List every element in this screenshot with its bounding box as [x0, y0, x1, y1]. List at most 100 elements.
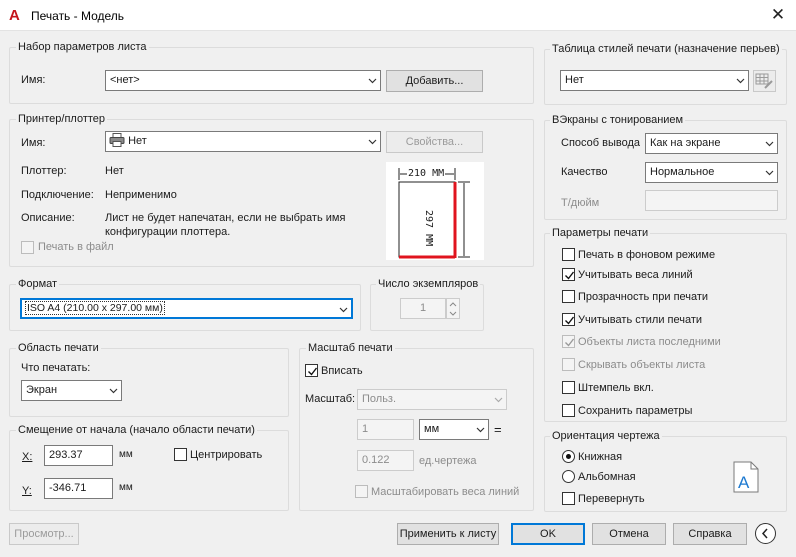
- collapse-options-button[interactable]: [755, 523, 776, 544]
- chevron-down-icon: [765, 170, 774, 176]
- offset-y-unit: мм: [119, 482, 133, 493]
- plot-with-styles-checkbox[interactable]: [562, 313, 575, 326]
- offset-y-value: -346.71: [49, 482, 87, 494]
- printer-name-select[interactable]: Нет: [105, 131, 381, 152]
- spinner-down-icon: [449, 311, 457, 316]
- fit-to-paper-label: Вписать: [321, 365, 363, 377]
- close-icon[interactable]: ✕: [767, 4, 789, 26]
- offset-x-input[interactable]: 293.37: [44, 445, 113, 466]
- hide-paperspace-objects-checkbox[interactable]: [562, 358, 575, 371]
- dpi-label: Т/дюйм: [561, 197, 600, 209]
- center-plot-checkbox[interactable]: [174, 448, 187, 461]
- what-to-plot-value: Экран: [26, 384, 58, 396]
- apply-to-layout-button[interactable]: Применить к листу: [397, 523, 499, 545]
- scale-value-1-input[interactable]: 1: [357, 419, 414, 440]
- offset-y-label: Y:: [22, 485, 32, 497]
- plot-transparency-label: Прозрачность при печати: [578, 291, 709, 303]
- scale-label: Масштаб:: [305, 393, 356, 405]
- chevron-down-icon: [736, 78, 745, 84]
- offset-x-label: X:: [22, 451, 33, 463]
- copies-value: 1: [419, 302, 427, 314]
- scale-lineweights-checkbox[interactable]: [355, 485, 368, 498]
- offset-x-value: 293.37: [49, 449, 83, 461]
- printer-name-value: Нет: [128, 135, 147, 147]
- plot-background-checkbox[interactable]: [562, 248, 575, 261]
- edit-plot-style-button[interactable]: [753, 70, 776, 92]
- shade-plot-label: Способ вывода: [561, 137, 640, 149]
- center-plot-label: Центрировать: [190, 449, 263, 461]
- quality-label: Качество: [561, 166, 608, 178]
- save-changes-checkbox[interactable]: [562, 404, 575, 417]
- scale-value: Польз.: [362, 393, 397, 405]
- plot-style-table-value: Нет: [565, 74, 584, 86]
- offset-y-input[interactable]: -346.71: [44, 478, 113, 499]
- plot-transparency-checkbox[interactable]: [562, 290, 575, 303]
- what-to-plot-label: Что печатать:: [21, 362, 91, 374]
- chevron-down-icon: [109, 388, 118, 394]
- plot-lineweights-checkbox[interactable]: [562, 268, 575, 281]
- plot-paperspace-last-label: Объекты листа последними: [578, 336, 721, 348]
- add-page-setup-button[interactable]: Добавить...: [386, 70, 483, 92]
- paper-size-select[interactable]: ISO A4 (210.00 x 297.00 мм): [20, 298, 353, 319]
- printer-icon: [109, 133, 125, 147]
- quality-value: Нормальное: [650, 166, 715, 178]
- portrait-radio[interactable]: [562, 450, 575, 463]
- upside-down-checkbox[interactable]: [562, 492, 575, 505]
- copies-spinner[interactable]: [446, 298, 460, 319]
- scale-equals: =: [494, 422, 502, 437]
- cancel-button[interactable]: Отмена: [592, 523, 666, 545]
- page-setup-group-label: Набор параметров листа: [16, 41, 149, 53]
- landscape-label: Альбомная: [578, 471, 636, 483]
- printer-properties-button[interactable]: Свойства...: [386, 131, 483, 153]
- printer-group-label: Принтер/плоттер: [16, 113, 108, 125]
- paper-height-label: 297 ММ: [423, 209, 434, 248]
- chevron-down-icon: [339, 307, 348, 313]
- description-line-1: Лист не будет напечатан, если не выбрать…: [105, 212, 346, 224]
- shade-plot-value: Как на экране: [650, 137, 721, 149]
- scale-value-1: 1: [362, 423, 369, 435]
- print-to-file-checkbox[interactable]: [21, 241, 34, 254]
- window-title: Печать - Модель: [31, 9, 125, 23]
- print-to-file-label: Печать в файл: [38, 241, 114, 253]
- plot-options-group-label: Параметры печати: [550, 227, 651, 239]
- preview-button[interactable]: Просмотр...: [9, 523, 79, 545]
- spinner-up-icon: [449, 302, 457, 307]
- plot-offset-group-label: Смещение от начала (начало области печат…: [16, 424, 257, 436]
- plot-scale-group-label: Масштаб печати: [306, 342, 395, 354]
- save-changes-label: Сохранить параметры: [578, 405, 693, 417]
- connection-value: Неприменимо: [105, 189, 177, 201]
- plot-paperspace-last-checkbox[interactable]: [562, 335, 575, 348]
- orientation-group-label: Ориентация чертежа: [550, 430, 662, 442]
- plot-stamp-checkbox[interactable]: [562, 381, 575, 394]
- copies-group-label: Число экземпляров: [376, 278, 481, 290]
- scale-select[interactable]: Польз.: [357, 389, 507, 410]
- help-button[interactable]: Справка: [673, 523, 747, 545]
- shade-plot-select[interactable]: Как на экране: [645, 133, 778, 154]
- page-setup-name-select[interactable]: <нет>: [105, 70, 381, 91]
- landscape-radio[interactable]: [562, 470, 575, 483]
- what-to-plot-select[interactable]: Экран: [21, 380, 122, 401]
- plot-style-table-select[interactable]: Нет: [560, 70, 749, 91]
- plotter-value: Нет: [105, 165, 124, 177]
- plot-background-label: Печать в фоновом режиме: [578, 249, 716, 261]
- chevron-down-icon: [476, 427, 485, 433]
- dpi-input[interactable]: [645, 190, 778, 211]
- chevron-down-icon: [765, 141, 774, 147]
- checkmark-icon: [565, 316, 575, 325]
- checkmark-icon: [565, 271, 575, 280]
- paper-size-value: ISO A4 (210.00 x 297.00 мм): [25, 301, 165, 315]
- paper-width-label: 210 ММ: [407, 168, 446, 179]
- scale-unit-2-label: ед.чертежа: [419, 455, 477, 467]
- scale-value-2: 0.122: [362, 454, 390, 466]
- checkmark-icon: [565, 338, 575, 347]
- description-line-2: конфигурации плоттера.: [105, 226, 231, 238]
- fit-to-paper-checkbox[interactable]: [305, 364, 318, 377]
- copies-input[interactable]: 1: [400, 298, 446, 319]
- scale-unit-select[interactable]: мм: [419, 419, 489, 440]
- shaded-viewports-group-label: ВЭкраны с тонированием: [550, 114, 686, 126]
- scale-value-2-input[interactable]: 0.122: [357, 450, 414, 471]
- upside-down-label: Перевернуть: [578, 493, 645, 505]
- quality-select[interactable]: Нормальное: [645, 162, 778, 183]
- ok-button[interactable]: OK: [511, 523, 585, 545]
- offset-x-unit: мм: [119, 449, 133, 460]
